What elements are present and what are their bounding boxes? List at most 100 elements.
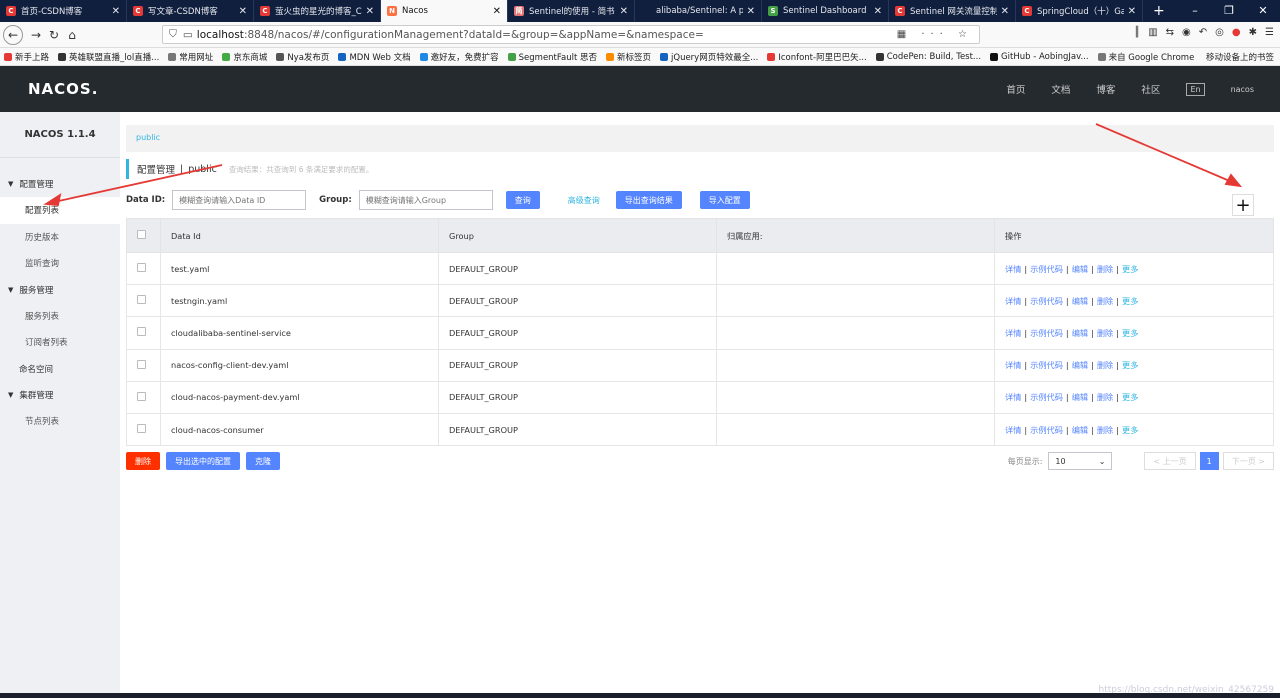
bookmark-item[interactable]: 英雄联盟直播_lol直播... — [58, 51, 159, 63]
op-detail-link[interactable]: 详情 — [1005, 296, 1021, 306]
nav-home[interactable]: 首页 — [1006, 82, 1025, 96]
row-checkbox[interactable] — [137, 327, 146, 337]
bookmark-item[interactable]: Nya发布页 — [276, 51, 329, 63]
back-icon[interactable]: ← — [3, 24, 23, 45]
op-detail-link[interactable]: 详情 — [1005, 360, 1021, 370]
bookmark-item[interactable]: 来自 Google Chrome — [1097, 51, 1194, 63]
url-actions-icon[interactable]: ▦ ··· ☆ — [897, 29, 973, 40]
sidebar-item-namespace[interactable]: 命名空间 — [0, 356, 120, 382]
url-bar[interactable]: ⛉ ▭ localhost:8848/nacos/#/configuration… — [162, 25, 980, 44]
op-detail-link[interactable]: 详情 — [1005, 392, 1021, 402]
op-edit-link[interactable]: 编辑 — [1072, 328, 1088, 338]
bookmark-item[interactable]: SegmentFault 思否 — [507, 51, 597, 63]
op-sample-code-link[interactable]: 示例代码 — [1030, 360, 1063, 370]
prev-page-button[interactable]: < 上一页 — [1144, 452, 1196, 470]
reload-icon[interactable]: ↻ — [45, 28, 63, 42]
sidebar-item-service-list[interactable]: 服务列表 — [0, 303, 120, 330]
sidebar-item-listener[interactable]: 监听查询 — [0, 250, 120, 277]
op-more-link[interactable]: 更多 — [1122, 425, 1138, 435]
forward-icon[interactable]: → — [27, 28, 45, 42]
sync-icon[interactable]: ⇆ — [1166, 27, 1174, 38]
row-checkbox[interactable] — [137, 295, 146, 305]
row-checkbox[interactable] — [137, 424, 146, 434]
close-icon[interactable]: ✕ — [1128, 6, 1136, 17]
bookmark-item[interactable]: 新手上路 — [4, 51, 49, 63]
close-icon[interactable]: ✕ — [366, 6, 374, 17]
nav-docs[interactable]: 文档 — [1051, 82, 1070, 96]
next-page-button[interactable]: 下一页 > — [1222, 452, 1274, 470]
op-detail-link[interactable]: 详情 — [1005, 264, 1021, 274]
op-sample-code-link[interactable]: 示例代码 — [1030, 425, 1063, 435]
page-1-button[interactable]: 1 — [1199, 452, 1219, 470]
maximize-icon[interactable]: ❐ — [1212, 0, 1246, 22]
op-sample-code-link[interactable]: 示例代码 — [1030, 264, 1063, 274]
op-more-link[interactable]: 更多 — [1122, 328, 1138, 338]
browser-tab[interactable]: C 写文章-CSDN博客 ✕ — [127, 0, 254, 22]
bookmark-item[interactable]: MDN Web 文档 — [338, 51, 411, 63]
op-detail-link[interactable]: 详情 — [1005, 328, 1021, 338]
browser-tab[interactable]: C 萤火虫的星光的博客_CS ✕ — [254, 0, 381, 22]
op-edit-link[interactable]: 编辑 — [1072, 392, 1088, 402]
advanced-query-link[interactable]: 高级查询 — [568, 195, 600, 206]
close-icon[interactable]: ✕ — [239, 6, 247, 17]
op-sample-code-link[interactable]: 示例代码 — [1030, 392, 1063, 402]
bookmark-item[interactable]: jQuery网页特效最全... — [660, 51, 758, 63]
bookmark-item[interactable]: Iconfont-阿里巴巴矢... — [767, 51, 867, 63]
op-delete-link[interactable]: 删除 — [1097, 264, 1113, 274]
account-icon[interactable]: ◎ — [1215, 27, 1224, 38]
home-icon[interactable]: ⌂ — [63, 28, 81, 42]
close-icon[interactable]: ✕ — [112, 6, 120, 17]
op-edit-link[interactable]: 编辑 — [1072, 425, 1088, 435]
user-name[interactable]: nacos — [1231, 85, 1254, 94]
chat-icon[interactable]: ◉ — [1182, 27, 1191, 38]
close-icon[interactable]: ✕ — [620, 6, 628, 17]
close-window-icon[interactable]: ✕ — [1246, 0, 1280, 22]
browser-tab[interactable]: S Sentinel Dashboard ✕ — [762, 0, 889, 22]
page-size-select[interactable]: 10 ⌄ — [1048, 452, 1113, 470]
bookmark-item[interactable]: 邀好友，免费扩容 — [419, 51, 499, 63]
sidebar-group-config[interactable]: ▼ 配置管理 — [0, 171, 120, 197]
sidebar-item-subscribers[interactable]: 订阅者列表 — [0, 329, 120, 356]
browser-tab[interactable]: 简 Sentinel的使用 - 简书 ✕ — [508, 0, 635, 22]
sidebar-group-cluster[interactable]: ▼ 集群管理 — [0, 382, 120, 408]
browser-tab[interactable]: alibaba/Sentinel: A p ✕ — [635, 0, 762, 22]
addon-icon[interactable]: ✱ — [1249, 27, 1257, 38]
sidebar-item-config-list[interactable]: 配置列表 — [0, 197, 120, 224]
op-more-link[interactable]: 更多 — [1122, 392, 1138, 402]
add-config-button[interactable]: + — [1232, 194, 1254, 216]
op-edit-link[interactable]: 编辑 — [1072, 296, 1088, 306]
breadcrumb-namespace[interactable]: public — [136, 133, 160, 142]
browser-tab[interactable]: N Nacos ✕ — [381, 0, 508, 22]
sidebar-item-nodes[interactable]: 节点列表 — [0, 408, 120, 435]
op-more-link[interactable]: 更多 — [1122, 264, 1138, 274]
delete-button[interactable]: 删除 — [126, 452, 160, 470]
op-delete-link[interactable]: 删除 — [1097, 328, 1113, 338]
query-button[interactable]: 查询 — [505, 191, 540, 209]
browser-tab[interactable]: C SpringCloud（十）Ga ✕ — [1016, 0, 1143, 22]
bookmark-item[interactable]: 常用网址 — [168, 51, 213, 63]
op-edit-link[interactable]: 编辑 — [1072, 264, 1088, 274]
minimize-icon[interactable]: – — [1178, 0, 1212, 22]
op-delete-link[interactable]: 删除 — [1097, 392, 1113, 402]
op-more-link[interactable]: 更多 — [1122, 296, 1138, 306]
clone-button[interactable]: 克隆 — [246, 452, 280, 470]
export-results-button[interactable]: 导出查询结果 — [615, 191, 682, 209]
close-icon[interactable]: ✕ — [874, 6, 882, 17]
extension-icon[interactable]: ● — [1232, 27, 1241, 38]
row-checkbox[interactable] — [137, 391, 146, 401]
import-config-button[interactable]: 导入配置 — [699, 191, 750, 209]
close-icon[interactable]: ✕ — [747, 6, 755, 17]
group-input[interactable] — [358, 190, 493, 210]
op-sample-code-link[interactable]: 示例代码 — [1030, 296, 1063, 306]
sidebar-group-service[interactable]: ▼ 服务管理 — [0, 277, 120, 303]
lang-toggle-button[interactable]: En — [1186, 82, 1205, 96]
op-sample-code-link[interactable]: 示例代码 — [1030, 328, 1063, 338]
sidebar-item-history[interactable]: 历史版本 — [0, 224, 120, 251]
library-icon[interactable]: ║ — [1134, 27, 1140, 38]
op-delete-link[interactable]: 删除 — [1097, 296, 1113, 306]
sidebar-icon[interactable]: ▥ — [1148, 27, 1157, 38]
close-icon[interactable]: ✕ — [1001, 6, 1009, 17]
select-all-checkbox[interactable] — [137, 230, 146, 239]
row-checkbox[interactable] — [137, 359, 146, 369]
nav-community[interactable]: 社区 — [1141, 82, 1160, 96]
